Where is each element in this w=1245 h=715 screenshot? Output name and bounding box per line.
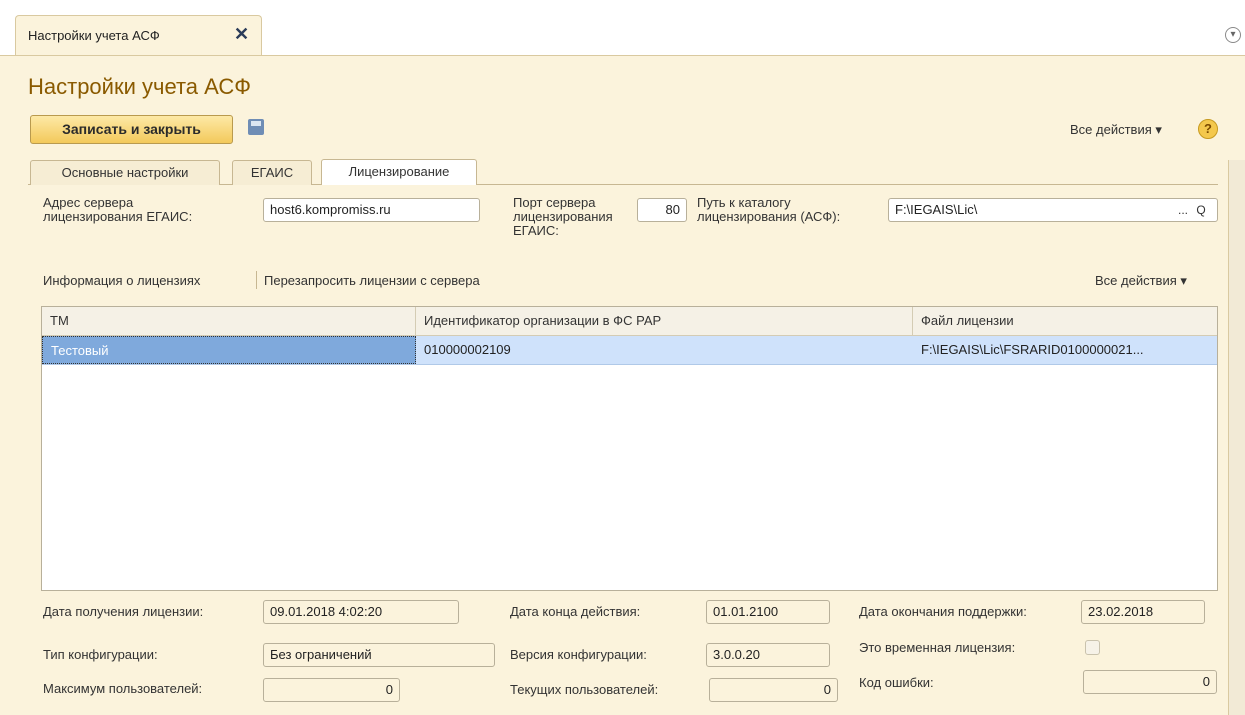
server-port-label: Порт сервера лицензирования ЕГАИС: bbox=[513, 195, 613, 238]
config-type-field[interactable]: Без ограничений bbox=[263, 643, 495, 667]
help-icon[interactable]: ? bbox=[1198, 119, 1218, 139]
column-header-org-id[interactable]: Идентификатор организации в ФС РАР bbox=[416, 307, 913, 335]
command-separator bbox=[256, 271, 257, 289]
current-users-field[interactable]: 0 bbox=[709, 678, 838, 702]
support-end-date-label: Дата окончания поддержки: bbox=[859, 604, 1027, 619]
column-header-license-file[interactable]: Файл лицензии bbox=[913, 307, 1217, 335]
cell-tm[interactable]: Тестовый bbox=[42, 336, 416, 364]
tab-main-settings[interactable]: Основные настройки bbox=[30, 160, 220, 185]
received-date-field[interactable]: 09.01.2018 4:02:20 bbox=[263, 600, 459, 624]
tab-licensing[interactable]: Лицензирование bbox=[321, 159, 477, 185]
page-title: Настройки учета АСФ bbox=[28, 74, 251, 99]
config-type-label: Тип конфигурации: bbox=[43, 647, 158, 662]
cell-license-file[interactable]: F:\IEGAIS\Lic\FSRARID0100000021... bbox=[913, 336, 1217, 364]
server-address-field[interactable]: host6.kompromiss.ru bbox=[263, 198, 480, 222]
license-path-field[interactable]: F:\IEGAIS\Lic\ ... Q bbox=[888, 198, 1218, 222]
support-end-date-field[interactable]: 23.02.2018 bbox=[1081, 600, 1205, 624]
received-date-label: Дата получения лицензии: bbox=[43, 604, 204, 619]
max-users-field[interactable]: 0 bbox=[263, 678, 400, 702]
max-users-label: Максимум пользователей: bbox=[43, 681, 203, 696]
table-row[interactable]: Тестовый 010000002109 F:\IEGAIS\Lic\FSRA… bbox=[42, 336, 1217, 365]
close-icon[interactable]: ✕ bbox=[234, 24, 249, 45]
vertical-scrollbar[interactable] bbox=[1228, 160, 1245, 715]
window-tab[interactable]: Настройки учета АСФ ✕ bbox=[15, 15, 262, 56]
config-version-label: Версия конфигурации: bbox=[510, 647, 647, 662]
column-header-tm[interactable]: ТМ bbox=[42, 307, 416, 335]
error-code-label: Код ошибки: bbox=[859, 675, 934, 690]
license-info-link[interactable]: Информация о лицензиях bbox=[43, 273, 200, 288]
license-path-value: F:\IEGAIS\Lic\ bbox=[895, 202, 978, 217]
save-icon[interactable] bbox=[248, 119, 264, 135]
config-version-field[interactable]: 3.0.0.20 bbox=[706, 643, 830, 667]
current-users-label: Текущих пользователей: bbox=[510, 682, 659, 697]
save-and-close-button[interactable]: Записать и закрыть bbox=[30, 115, 233, 144]
end-date-field[interactable]: 01.01.2100 bbox=[706, 600, 830, 624]
server-address-label: Адрес сервера лицензирования ЕГАИС: bbox=[43, 195, 193, 224]
server-port-field[interactable]: 80 bbox=[637, 198, 687, 222]
request-licenses-link[interactable]: Перезапросить лицензии с сервера bbox=[264, 273, 480, 288]
table-all-actions-menu[interactable]: Все действия ▾ bbox=[1095, 273, 1187, 289]
window-tab-title: Настройки учета АСФ bbox=[28, 28, 160, 43]
tab-strip-divider bbox=[0, 55, 1245, 56]
all-actions-menu[interactable]: Все действия ▾ bbox=[1070, 122, 1162, 138]
tab-egais[interactable]: ЕГАИС bbox=[232, 160, 312, 185]
license-path-label: Путь к каталогу лицензирования (АСФ): bbox=[697, 195, 841, 224]
select-path-button[interactable]: ... bbox=[1175, 203, 1191, 217]
error-code-field[interactable]: 0 bbox=[1083, 670, 1217, 694]
cell-org-id[interactable]: 010000002109 bbox=[416, 336, 913, 364]
license-table[interactable]: ТМ Идентификатор организации в ФС РАР Фа… bbox=[41, 306, 1218, 591]
end-date-label: Дата конца действия: bbox=[510, 604, 641, 619]
temporary-license-label: Это временная лицензия: bbox=[859, 640, 1016, 655]
chevron-down-icon[interactable]: ▾ bbox=[1225, 27, 1241, 43]
search-icon[interactable]: Q bbox=[1193, 203, 1209, 217]
temporary-license-checkbox[interactable] bbox=[1085, 640, 1100, 655]
table-header: ТМ Идентификатор организации в ФС РАР Фа… bbox=[42, 307, 1217, 336]
